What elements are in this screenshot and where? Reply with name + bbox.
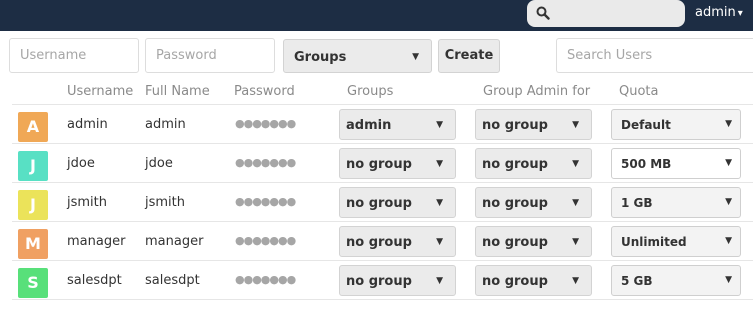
- groups-select-value: no group: [346, 157, 412, 172]
- avatar: J: [18, 190, 48, 220]
- dropdown-arrow-icon: ▼: [725, 197, 732, 207]
- new-password-input[interactable]: [145, 38, 275, 73]
- dropdown-arrow-icon: ▼: [436, 159, 443, 169]
- quota-select-value: 1 GB: [621, 196, 653, 210]
- table-row: Jjdoe jdoe ●●●●●●● no group ▼ no group ▼ 500 MB…: [12, 143, 753, 182]
- quota-select[interactable]: Unlimited ▼: [611, 226, 741, 257]
- groups-select-label: Groups: [294, 50, 347, 65]
- fullname-cell[interactable]: jsmith: [145, 195, 185, 210]
- create-button[interactable]: Create: [438, 39, 500, 73]
- groups-select[interactable]: no group ▼: [339, 187, 456, 218]
- password-cell[interactable]: ●●●●●●●: [235, 156, 296, 169]
- quota-select-value: Unlimited: [621, 235, 687, 249]
- dropdown-arrow-icon: ▼: [725, 275, 732, 285]
- quota-select[interactable]: 5 GB ▼: [611, 265, 741, 296]
- username-cell: salesdpt: [67, 273, 122, 288]
- dropdown-arrow-icon: ▼: [436, 120, 443, 130]
- avatar: S: [18, 268, 48, 298]
- global-search-field[interactable]: [527, 0, 685, 27]
- dropdown-arrow-icon: ▼: [572, 237, 579, 247]
- dropdown-arrow-icon: ▼: [572, 198, 579, 208]
- column-header-group-admin: Group Admin for: [483, 84, 591, 99]
- groups-select-value: no group: [346, 196, 412, 211]
- quota-select[interactable]: 1 GB ▼: [611, 187, 741, 218]
- username-cell: jdoe: [67, 156, 95, 171]
- quota-select[interactable]: 500 MB ▼: [611, 148, 741, 179]
- dropdown-arrow-icon: ▼: [725, 236, 732, 246]
- group-admin-select[interactable]: no group ▼: [475, 187, 592, 218]
- group-admin-select-value: no group: [482, 157, 548, 172]
- dropdown-arrow-icon: ▼: [436, 276, 443, 286]
- group-admin-select-value: no group: [482, 196, 548, 211]
- search-icon: [536, 6, 550, 20]
- quota-select-value: Default: [621, 118, 671, 132]
- fullname-cell[interactable]: admin: [145, 117, 186, 132]
- avatar: M: [18, 229, 48, 259]
- search-users-input[interactable]: [556, 38, 753, 73]
- dropdown-arrow-icon: ▼: [572, 120, 579, 130]
- column-header-quota: Quota: [619, 84, 659, 99]
- column-header-username: Username: [67, 84, 134, 99]
- dropdown-arrow-icon: ▼: [725, 158, 732, 168]
- groups-select[interactable]: no group ▼: [339, 265, 456, 296]
- dropdown-arrow-icon: ▼: [436, 237, 443, 247]
- fullname-cell[interactable]: manager: [145, 234, 203, 249]
- dropdown-arrow-icon: ▼: [412, 52, 419, 62]
- groups-select[interactable]: no group ▼: [339, 148, 456, 179]
- column-header-groups: Groups: [347, 84, 394, 99]
- group-admin-select-value: no group: [482, 235, 548, 250]
- new-username-input[interactable]: [9, 38, 139, 73]
- group-admin-select[interactable]: no group ▼: [475, 109, 592, 140]
- table-row: Ssalesdpt salesdpt ●●●●●●● no group ▼ no grou…: [12, 260, 753, 299]
- table-row: Aadmin admin ●●●●●●● admin ▼ no group ▼ Default…: [12, 104, 753, 143]
- quota-select-value: 500 MB: [621, 157, 672, 171]
- avatar: J: [18, 151, 48, 181]
- avatar: A: [18, 112, 48, 142]
- fullname-cell[interactable]: jdoe: [145, 156, 173, 171]
- groups-select[interactable]: admin ▼: [339, 109, 456, 140]
- column-header-fullname: Full Name: [145, 84, 210, 99]
- password-cell[interactable]: ●●●●●●●: [235, 195, 296, 208]
- top-bar: admin ▾: [0, 0, 753, 31]
- group-admin-select[interactable]: no group ▼: [475, 148, 592, 179]
- quota-select-value: 5 GB: [621, 274, 653, 288]
- column-header-password: Password: [234, 84, 295, 99]
- fullname-cell[interactable]: salesdpt: [145, 273, 200, 288]
- groups-select-value: admin: [346, 118, 392, 133]
- groups-select[interactable]: no group ▼: [339, 226, 456, 257]
- new-user-groups-select[interactable]: Groups ▼: [283, 39, 432, 73]
- password-cell[interactable]: ●●●●●●●: [235, 117, 296, 130]
- table-row: Jjsmith jsmith ●●●●●●● no group ▼ no group ▼ 1 …: [12, 182, 753, 221]
- dropdown-arrow-icon: ▼: [572, 276, 579, 286]
- table-row: Mmanager manager ●●●●●●● no group ▼ no group ▼…: [12, 221, 753, 260]
- dropdown-arrow-icon: ▼: [725, 119, 732, 129]
- groups-select-value: no group: [346, 274, 412, 289]
- username-cell: manager: [67, 234, 126, 249]
- quota-select[interactable]: Default ▼: [611, 109, 741, 140]
- groups-select-value: no group: [346, 235, 412, 250]
- group-admin-select[interactable]: no group ▼: [475, 226, 592, 257]
- group-admin-select-value: no group: [482, 118, 548, 133]
- password-cell[interactable]: ●●●●●●●: [235, 234, 296, 247]
- dropdown-arrow-icon: ▼: [572, 159, 579, 169]
- group-admin-select-value: no group: [482, 274, 548, 289]
- chevron-down-icon: ▾: [737, 8, 743, 19]
- user-menu-label: admin: [695, 5, 736, 20]
- dropdown-arrow-icon: ▼: [436, 198, 443, 208]
- group-admin-select[interactable]: no group ▼: [475, 265, 592, 296]
- username-cell: jsmith: [67, 195, 107, 210]
- table-bottom-border: [12, 299, 753, 300]
- username-cell: admin: [67, 117, 108, 132]
- user-menu[interactable]: admin ▾: [695, 5, 743, 20]
- password-cell[interactable]: ●●●●●●●: [235, 273, 296, 286]
